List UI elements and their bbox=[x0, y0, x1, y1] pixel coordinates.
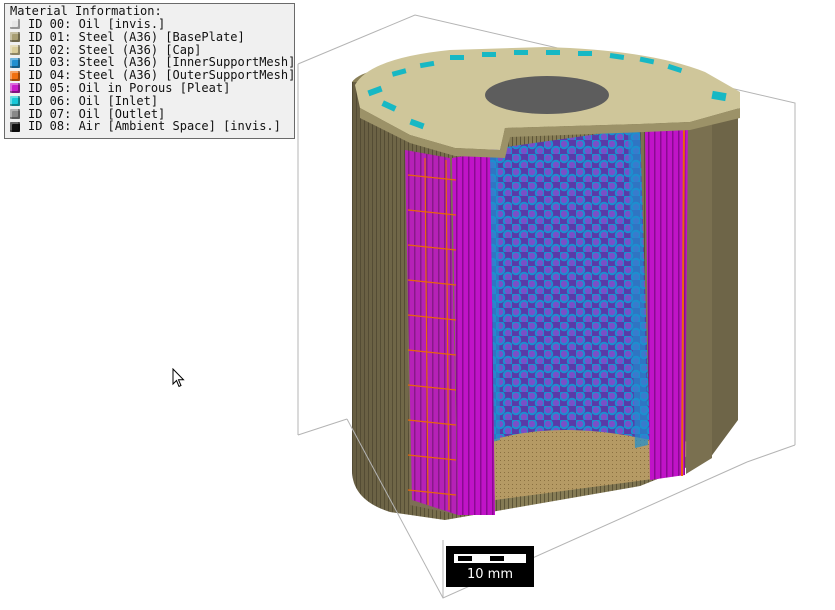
inner-support-mesh bbox=[485, 128, 650, 448]
material-swatch bbox=[10, 44, 20, 55]
material-swatch bbox=[10, 96, 20, 107]
material-swatch bbox=[10, 32, 20, 43]
outlet-port bbox=[485, 76, 609, 114]
legend-item-label: ID 01: Steel (A36) [BasePlate] bbox=[28, 29, 245, 44]
pleat-right bbox=[645, 108, 712, 480]
material-swatch bbox=[10, 57, 20, 68]
legend-item-label: ID 05: Oil in Porous [Pleat] bbox=[28, 80, 231, 95]
legend-item: ID 01: Steel (A36) [BasePlate] bbox=[10, 29, 294, 44]
legend-item: ID 08: Air [Ambient Space] [invis.] bbox=[10, 120, 294, 133]
scale-bar-label: 10 mm bbox=[466, 567, 513, 582]
scale-bar-ruler bbox=[454, 554, 526, 563]
mouse-cursor-icon bbox=[172, 368, 185, 388]
material-swatch bbox=[10, 19, 20, 30]
legend-item-label: ID 06: Oil [Inlet] bbox=[28, 93, 159, 108]
legend-item-label: ID 08: Air [Ambient Space] [invis.] bbox=[28, 119, 281, 134]
material-swatch bbox=[10, 121, 20, 132]
legend-item: ID 00: Oil [invis.] bbox=[10, 18, 294, 31]
material-swatch bbox=[10, 83, 20, 94]
pleat-left bbox=[405, 150, 495, 515]
legend-item: ID 05: Oil in Porous [Pleat] bbox=[10, 82, 294, 95]
legend-item-label: ID 00: Oil [invis.] bbox=[28, 17, 166, 31]
legend-item: ID 06: Oil [Inlet] bbox=[10, 93, 294, 108]
scale-bar: 10 mm bbox=[446, 546, 534, 587]
material-legend: Material Information: ID 00: Oil [invis.… bbox=[4, 3, 295, 139]
material-swatch bbox=[10, 108, 20, 119]
material-swatch bbox=[10, 70, 20, 81]
